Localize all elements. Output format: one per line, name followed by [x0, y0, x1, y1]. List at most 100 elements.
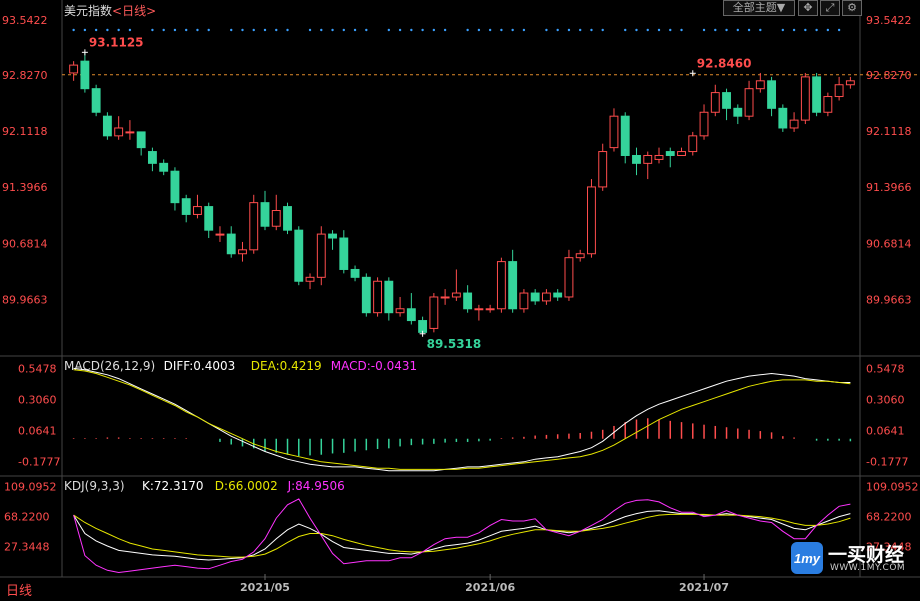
candle-body — [440, 296, 450, 299]
signal-dot — [252, 28, 255, 32]
chart-header: 美元指数<日线> — [64, 2, 156, 19]
candle-body — [789, 119, 799, 129]
candle-body — [530, 292, 540, 302]
candle-body — [80, 60, 90, 90]
signal-dot — [466, 28, 469, 32]
y-tick-left: 91.3966 — [2, 181, 48, 194]
signal-dot — [432, 28, 436, 32]
y-tick-left: 92.1118 — [2, 125, 48, 138]
signal-dot — [342, 28, 345, 32]
candle-body — [249, 202, 259, 251]
move-icon[interactable]: ✥ — [798, 0, 818, 16]
x-tick-label: 2021/06 — [465, 581, 515, 594]
y-tick-left: 90.6814 — [2, 237, 48, 250]
candle-body — [677, 151, 686, 156]
y-tick-right: 93.5422 — [866, 14, 912, 27]
signal-dot — [128, 28, 132, 32]
signal-dot — [624, 28, 627, 32]
indicator-legend-macd: MACD:-0.0431 — [331, 359, 417, 373]
indicator-title: KDJ(9,3,3) — [64, 479, 125, 493]
expand-icon[interactable]: ⤢ — [820, 0, 840, 16]
signal-dot — [736, 28, 739, 32]
x-tick-label: 2021/07 — [679, 581, 729, 594]
candle-body — [361, 276, 371, 314]
signal-dot — [545, 28, 548, 32]
theme-button[interactable]: 全部主题▼ — [723, 0, 795, 16]
candle-body — [688, 135, 698, 153]
signal-dot — [286, 28, 289, 32]
candle-body — [384, 280, 394, 314]
candle-body — [553, 292, 563, 298]
candle-body — [305, 276, 315, 282]
candle-body — [845, 80, 855, 86]
signal-dot — [804, 28, 807, 32]
signal-dot — [522, 28, 526, 32]
indicator-legend-dea: DEA:0.4219 — [251, 359, 322, 373]
signal-dot — [567, 28, 571, 32]
indicator-title: MACD(26,12,9) — [64, 359, 155, 373]
signal-dot — [421, 28, 424, 32]
watermark-logo: 1my 一买财经 WWW.1MY.COM — [790, 540, 920, 576]
candle-body — [710, 92, 720, 113]
signal-dot — [725, 28, 728, 32]
signal-dot — [387, 28, 391, 32]
period-link[interactable]: <日线> — [112, 4, 156, 18]
signal-dot — [759, 28, 762, 32]
candle-body — [181, 198, 191, 215]
candle-body — [238, 249, 247, 255]
candle-body — [373, 280, 383, 314]
k-line — [73, 510, 851, 561]
signal-dot — [635, 28, 638, 32]
signal-dot — [162, 28, 165, 32]
candle-body — [406, 308, 416, 322]
signal-dot — [398, 28, 402, 32]
dea-line — [73, 369, 851, 470]
signal-dot — [680, 28, 683, 32]
candle-body — [114, 127, 124, 137]
candle-body — [834, 84, 844, 98]
signal-dot — [500, 28, 503, 32]
candle-body — [744, 88, 754, 117]
brand-logo-icon: 1my — [791, 542, 823, 574]
macd-y-tick-right: 0.0641 — [866, 425, 905, 438]
candle-body — [350, 268, 360, 278]
signal-dot — [837, 28, 841, 32]
kdj-y-tick-right: 109.0952 — [866, 480, 919, 493]
candle-body — [215, 233, 225, 236]
signal-dot — [815, 28, 818, 32]
candle-body — [125, 131, 135, 134]
y-tick-left: 93.5422 — [2, 14, 48, 27]
candle-body — [564, 257, 574, 298]
signal-dot — [230, 28, 233, 32]
candle-body — [519, 292, 529, 310]
candle-body — [508, 261, 518, 310]
signal-dot — [308, 28, 312, 32]
candle-body — [204, 206, 214, 231]
signal-dot — [353, 28, 357, 32]
settings-icon[interactable]: ⚙ — [842, 0, 862, 16]
candle-body — [159, 162, 169, 172]
candle-body — [418, 320, 428, 333]
kline-chart[interactable]: 93.5422 93.542292.8270 92.827092.1118 92.11… — [0, 0, 920, 597]
price-annotation: 92.8460 — [697, 56, 752, 70]
candle-body — [767, 80, 777, 109]
candle-body — [541, 292, 551, 302]
signal-dot — [657, 28, 661, 32]
candle-body — [699, 111, 709, 137]
x-tick-label: 2021/05 — [240, 581, 290, 594]
y-tick-right: 92.1118 — [866, 125, 912, 138]
period-tab[interactable]: 日线 — [6, 580, 32, 599]
signal-dot — [410, 28, 413, 32]
candle-body — [632, 154, 641, 164]
signal-dot — [117, 28, 120, 32]
y-tick-left: 89.9663 — [2, 294, 48, 307]
candle-body — [587, 186, 596, 255]
kdj-y-tick-left: 109.0952 — [4, 480, 57, 493]
candle-body — [91, 88, 101, 113]
signal-dot — [792, 28, 796, 32]
macd-y-tick-left: -0.1777 — [18, 455, 60, 468]
candle-body — [665, 151, 675, 156]
candle-body — [575, 253, 585, 259]
signal-dot — [106, 28, 109, 32]
macd-y-tick-right: 0.5478 — [866, 363, 905, 376]
